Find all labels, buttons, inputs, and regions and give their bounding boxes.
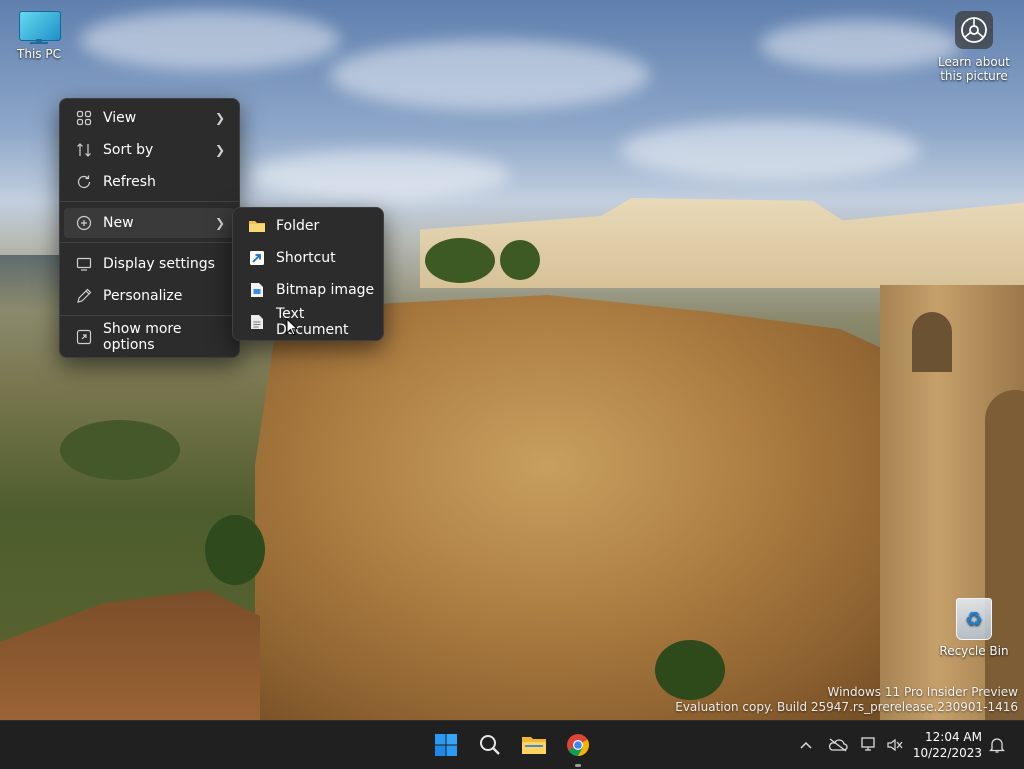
learn-label-line2: this picture <box>940 69 1008 83</box>
view-grid-icon <box>75 109 93 127</box>
submenu-item-label: Bitmap image <box>276 282 375 298</box>
clock[interactable]: 12:04 AM 10/22/2023 <box>912 729 982 761</box>
file-explorer-icon <box>522 737 546 754</box>
search-button[interactable] <box>471 727 509 763</box>
submenu-item-folder[interactable]: Folder <box>237 211 379 241</box>
refresh-icon <box>75 173 93 191</box>
chrome-icon <box>567 734 589 756</box>
bell-icon <box>989 738 1005 753</box>
learn-about-this-picture[interactable]: Learn about this picture <box>936 11 1012 83</box>
network-button[interactable] <box>858 721 880 769</box>
more-options-icon <box>75 328 93 346</box>
menu-item-show-more-options[interactable]: Show more options <box>64 321 235 353</box>
recycle-bin-label: Recycle Bin <box>939 644 1009 658</box>
build-watermark: Windows 11 Pro Insider Preview Evaluatio… <box>675 685 1018 715</box>
new-submenu: Folder Shortcut Bitmap image Text Docume… <box>232 207 384 341</box>
new-plus-icon <box>75 214 93 232</box>
menu-item-label: Show more options <box>103 321 182 353</box>
chevron-right-icon: ❯ <box>214 111 225 125</box>
volume-button[interactable] <box>884 721 906 769</box>
menu-item-view[interactable]: View ❯ <box>64 103 235 133</box>
submenu-item-bitmap-image[interactable]: Bitmap image <box>237 275 379 305</box>
watermark-line1: Windows 11 Pro Insider Preview <box>827 685 1018 699</box>
network-icon <box>861 737 875 751</box>
mouse-cursor-icon <box>286 318 298 336</box>
this-pc-shortcut[interactable]: This PC <box>1 11 77 61</box>
file-explorer-button[interactable] <box>515 727 553 763</box>
menu-item-new[interactable]: New ❯ <box>64 208 235 238</box>
this-pc-icon <box>19 11 61 44</box>
menu-item-refresh[interactable]: Refresh <box>64 167 235 197</box>
menu-item-label: Refresh <box>103 174 156 190</box>
clock-date: 10/22/2023 <box>912 746 982 760</box>
this-pc-label: This PC <box>17 47 61 61</box>
notifications-button[interactable] <box>986 721 1008 769</box>
recycle-bin-icon: ♻ <box>956 598 992 640</box>
chevron-right-icon: ❯ <box>214 216 225 230</box>
submenu-item-label: Shortcut <box>276 250 336 266</box>
chrome-button[interactable] <box>559 727 597 767</box>
search-icon <box>480 735 500 755</box>
menu-item-label: Display settings <box>103 256 215 272</box>
onedrive-button[interactable] <box>826 721 850 769</box>
menu-item-label: View <box>103 110 137 126</box>
display-icon <box>75 255 93 273</box>
submenu-item-shortcut[interactable]: Shortcut <box>237 243 379 273</box>
submenu-item-label: Folder <box>276 218 320 234</box>
menu-item-label: New <box>103 215 134 231</box>
show-hidden-icons-button[interactable] <box>795 721 817 769</box>
volume-muted-icon <box>887 738 903 752</box>
clock-time: 12:04 AM <box>925 730 982 744</box>
windows-start-icon <box>435 734 457 756</box>
recycle-bin-shortcut[interactable]: ♻ Recycle Bin <box>936 598 1012 658</box>
desktop-context-menu: View ❯ Sort by ❯ Refresh New ❯ Display s… <box>59 98 240 358</box>
camera-icon <box>955 11 993 49</box>
watermark-line2: Evaluation copy. Build 25947.rs_prerelea… <box>675 700 1018 714</box>
menu-item-display-settings[interactable]: Display settings <box>64 249 235 279</box>
bitmap-icon <box>248 281 266 299</box>
running-indicator <box>575 764 581 767</box>
pen-icon <box>75 287 93 305</box>
menu-item-sort-by[interactable]: Sort by ❯ <box>64 135 235 165</box>
menu-item-label: Sort by <box>103 142 154 158</box>
folder-icon <box>248 217 266 235</box>
taskbar: 12:04 AM 10/22/2023 <box>0 720 1024 769</box>
start-button[interactable] <box>427 727 465 763</box>
learn-label-line1: Learn about <box>938 55 1010 69</box>
menu-item-personalize[interactable]: Personalize <box>64 281 235 311</box>
text-document-icon <box>248 313 266 331</box>
chevron-up-icon <box>800 741 812 749</box>
menu-item-label: Personalize <box>103 288 183 304</box>
submenu-item-text-document[interactable]: Text Document <box>237 306 379 338</box>
shortcut-icon <box>248 249 266 267</box>
chevron-right-icon: ❯ <box>214 143 225 157</box>
onedrive-offline-icon <box>828 738 848 752</box>
sort-icon <box>75 141 93 159</box>
